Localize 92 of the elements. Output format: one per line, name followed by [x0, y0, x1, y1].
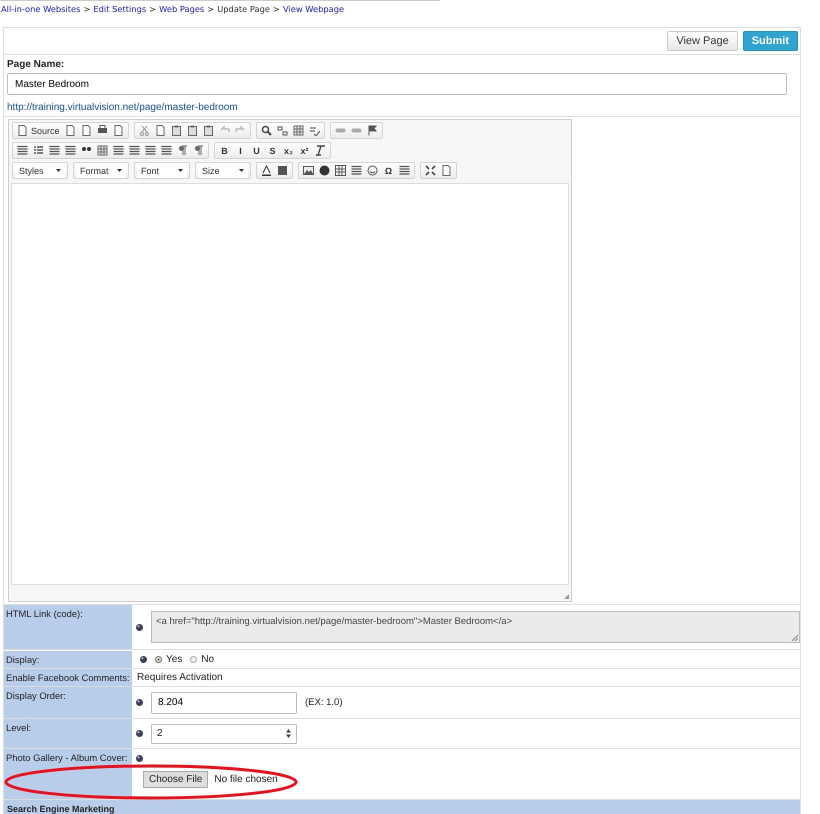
text-color-icon	[261, 165, 272, 176]
choose-file-button[interactable]: Choose File	[143, 771, 208, 788]
scissors-icon	[138, 125, 150, 136]
toolbar-button[interactable]	[301, 163, 316, 178]
lines-icon	[145, 145, 156, 156]
fill-color-icon	[277, 165, 288, 176]
section-header: Search Engine Marketing	[4, 800, 800, 814]
page-name-field[interactable]: Master Bedroom	[7, 73, 787, 95]
format-button[interactable]: x₂	[281, 143, 296, 158]
page-url-link[interactable]: http://training.virtualvision.net/page/master-bedroom	[7, 98, 238, 113]
file-status: No file chosen	[214, 774, 278, 785]
updown-icon	[286, 729, 291, 738]
source-button[interactable]: Source	[15, 123, 62, 138]
toolbar-button[interactable]	[333, 163, 348, 178]
resize-grip-icon[interactable]	[564, 594, 569, 599]
radio-button[interactable]: No	[190, 650, 214, 668]
lines-icon	[351, 165, 362, 176]
page-icon	[112, 125, 124, 136]
flag-icon	[366, 125, 378, 136]
paragraph-icon	[177, 145, 188, 156]
format-button[interactable]: B	[217, 143, 232, 158]
list-icon	[33, 145, 44, 156]
html-code-field[interactable]: <a href="http://training.virtualvision.net/page/master-bedroom">Master Bedroom</a>	[151, 611, 800, 643]
field-label: Display:	[4, 650, 132, 668]
field-label: HTML Link (code):	[4, 605, 132, 649]
dropdown[interactable]: Size	[198, 163, 248, 178]
page-icon	[17, 125, 28, 136]
breadcrumb-separator: >	[83, 4, 90, 16]
table-icon	[335, 165, 346, 176]
lines-icon	[399, 165, 410, 176]
clipboard-icon	[202, 125, 214, 136]
caret-icon	[117, 169, 122, 172]
search-icon	[260, 125, 272, 136]
format-button[interactable]: Ω	[381, 163, 396, 178]
page-icon	[80, 125, 92, 136]
lines-icon	[49, 145, 60, 156]
breadcrumb-link[interactable]: View Webpage	[282, 4, 344, 17]
circle-icon	[319, 165, 330, 176]
toolbar-button[interactable]	[317, 163, 332, 178]
field-label: Level:	[4, 719, 132, 748]
caret-icon	[178, 169, 183, 172]
breadcrumb-separator: >	[149, 4, 156, 16]
format-button[interactable]: U	[249, 143, 264, 158]
example-hint: (EX: 1.0)	[305, 697, 342, 708]
printer-icon	[96, 125, 108, 136]
dropdown[interactable]: Styles	[15, 163, 65, 178]
toolbar-button[interactable]	[259, 163, 274, 178]
level-select[interactable]: 2	[151, 724, 297, 744]
format-button[interactable]: x²	[297, 143, 312, 158]
clipboard-icon	[186, 125, 198, 136]
breadcrumb-link[interactable]: All-in-one Websites	[1, 4, 80, 17]
dropdown[interactable]: Font	[137, 163, 187, 178]
format-button[interactable]: I	[233, 143, 248, 158]
display-order-field[interactable]: 8.204	[151, 692, 297, 714]
view-page-button[interactable]: View Page	[667, 31, 738, 51]
paragraph-icon	[193, 145, 204, 156]
field-label: Enable Facebook Comments:	[4, 669, 132, 686]
smiley-icon	[367, 165, 378, 176]
breadcrumb-link[interactable]: Web Pages	[159, 4, 204, 17]
breadcrumb-current: Update Page	[217, 4, 270, 16]
caret-icon	[56, 169, 61, 172]
lines-icon	[129, 145, 140, 156]
expand-icon	[425, 165, 436, 176]
caret-icon	[239, 169, 244, 172]
lines-icon	[65, 145, 76, 156]
format-button[interactable]: S	[265, 143, 280, 158]
radio-button[interactable]: Yes	[155, 650, 182, 668]
page-icon	[154, 125, 166, 136]
page-icon	[441, 165, 452, 176]
toolbar-button[interactable]	[290, 123, 306, 138]
toolbar-button[interactable]	[423, 163, 438, 178]
grid-icon	[292, 125, 304, 136]
field-label: Display Order:	[4, 687, 132, 718]
clipboard-icon	[170, 125, 182, 136]
toolbar-button[interactable]	[275, 163, 290, 178]
grid-icon	[97, 145, 108, 156]
toolbar-button[interactable]	[365, 163, 380, 178]
breadcrumb-link[interactable]: Edit Settings	[93, 4, 146, 17]
field-label: Page Name:	[7, 59, 66, 70]
status-text: Requires Activation	[137, 672, 223, 683]
check-icon	[308, 125, 320, 136]
lines-icon	[17, 145, 28, 156]
lines-icon	[161, 145, 172, 156]
page-icon	[64, 125, 76, 136]
resize-grip-icon[interactable]	[791, 634, 798, 641]
dropdown[interactable]: Format	[76, 163, 126, 178]
toolbar-button[interactable]	[95, 143, 110, 158]
breadcrumb-separator: >	[273, 4, 280, 16]
lines-icon	[113, 145, 124, 156]
image-icon	[303, 165, 314, 176]
toolbar-button[interactable]	[313, 143, 328, 158]
breadcrumb-separator: >	[207, 4, 214, 16]
